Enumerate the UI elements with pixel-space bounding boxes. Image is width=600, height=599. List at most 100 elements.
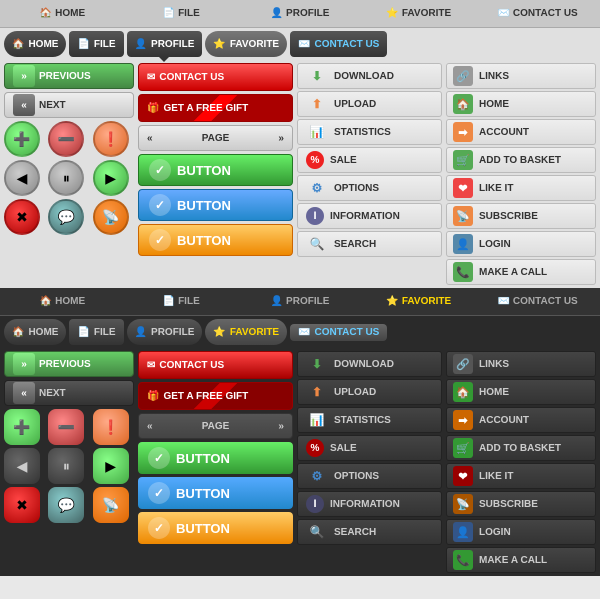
account-btn-dark[interactable]: ➡ ACCOUNT	[446, 407, 596, 433]
links-btn-dark[interactable]: 🔗 LINKS	[446, 351, 596, 377]
contact-btn-light[interactable]: ✉ CONTACT US	[138, 63, 293, 91]
circle-rss-light[interactable]: 📡	[93, 199, 129, 235]
download-btn-light[interactable]: ⬇ DOWNLOAD	[297, 63, 442, 89]
dark-styled-nav-file[interactable]: 📄 FILE	[69, 319, 123, 345]
call-btn-light[interactable]: 📞 MAKE A CALL	[446, 259, 596, 285]
information-btn-dark[interactable]: i INFORMATION	[297, 491, 442, 517]
download-icon-light: ⬇	[306, 65, 328, 87]
gift-btn-light[interactable]: 🎁 GET A FREE GIFT	[138, 94, 293, 122]
upload-icon-light: ⬆	[306, 93, 328, 115]
dark-styled-nav-favorite[interactable]: ⭐ FAVORITE	[205, 319, 287, 345]
call-btn-dark[interactable]: 📞 MAKE A CALL	[446, 547, 596, 573]
nav-file-plain[interactable]: 📄 FILE	[123, 6, 240, 21]
home-icon: 🏠	[40, 8, 52, 19]
heart-icon-light: ❤	[453, 178, 473, 198]
styled-nav-light: 🏠 HOME 📄 FILE 👤 PROFILE ⭐ FAVORITE ✉️ CO…	[0, 28, 600, 60]
home-btn-dark[interactable]: 🏠 HOME	[446, 379, 596, 405]
dark-nav-contact-plain[interactable]: ✉️ CONTACT US	[479, 294, 596, 309]
circle-chat-light[interactable]: 💬	[48, 199, 84, 235]
basket-btn-dark[interactable]: 🛒 ADD TO BASKET	[446, 435, 596, 461]
dark-styled-nav-home[interactable]: 🏠 HOME	[4, 319, 66, 345]
subscribe-btn-light[interactable]: 📡 SUBSCRIBE	[446, 203, 596, 229]
phone-icon-light: 📞	[453, 262, 473, 282]
login-btn-light[interactable]: 👤 LOGIN	[446, 231, 596, 257]
circle-minus-light[interactable]: ➖	[48, 121, 84, 157]
nav-favorite-plain[interactable]: ⭐ FAVORITE	[360, 6, 477, 21]
styled-nav-profile[interactable]: 👤 PROFILE	[127, 31, 203, 57]
big-btn-green-light[interactable]: ✓ BUTTON	[138, 154, 293, 186]
page-nav-btn-light[interactable]: « PAGE »	[138, 125, 293, 151]
dark-nav-profile-plain[interactable]: 👤 PROFILE	[242, 294, 359, 309]
dark-circle-rss[interactable]: 📡	[93, 487, 129, 523]
dark-styled-nav-profile[interactable]: 👤 PROFILE	[127, 319, 203, 345]
statistics-btn-light[interactable]: 📊 STATISTICS	[297, 119, 442, 145]
search-btn-dark[interactable]: 🔍 SEARCH	[297, 519, 442, 545]
prev-btn-dark[interactable]: » PREVIOUS	[4, 351, 134, 377]
dark-nav-file-plain[interactable]: 📄 FILE	[123, 294, 240, 309]
links-btn-light[interactable]: 🔗 LINKS	[446, 63, 596, 89]
dark-circle-plus[interactable]: ➕	[4, 409, 40, 445]
big-btn-orange-dark[interactable]: ✓ BUTTON	[138, 512, 293, 544]
styled-nav-dark: 🏠 HOME 📄 FILE 👤 PROFILE ⭐ FAVORITE ✉️ CO…	[0, 316, 600, 348]
gift-icon: 🎁	[147, 103, 159, 114]
dark-circle-alert[interactable]: ❗	[93, 409, 129, 445]
contact-btn-dark[interactable]: ✉ CONTACT US	[138, 351, 293, 379]
prev-button-light[interactable]: » PREVIOUS	[4, 63, 134, 89]
big-btn-blue-light[interactable]: ✓ BUTTON	[138, 189, 293, 221]
info-icon-dark: i	[306, 495, 324, 513]
gift-btn-dark[interactable]: 🎁 GET A FREE GIFT	[138, 382, 293, 410]
dark-nav-home-plain[interactable]: 🏠 HOME	[4, 294, 121, 309]
like-btn-dark[interactable]: ❤ LIKE IT	[446, 463, 596, 489]
circle-alert-light[interactable]: ❗	[93, 121, 129, 157]
options-btn-dark[interactable]: ⚙ OPTIONS	[297, 463, 442, 489]
circle-plus-light[interactable]: ➕	[4, 121, 40, 157]
big-btn-orange-light[interactable]: ✓ BUTTON	[138, 224, 293, 256]
circle-left-light[interactable]: ◀	[4, 160, 40, 196]
right-col-light: 🔗 LINKS 🏠 HOME ➡ ACCOUNT 🛒 ADD TO BASKET…	[446, 63, 596, 285]
basket-btn-light[interactable]: 🛒 ADD TO BASKET	[446, 147, 596, 173]
links-icon-dark: 🔗	[453, 354, 473, 374]
nav-home-plain[interactable]: 🏠 HOME	[4, 6, 121, 21]
dark-circle-left[interactable]: ◀	[4, 448, 40, 484]
page-nav-btn-dark[interactable]: « PAGE »	[138, 413, 293, 439]
login-btn-dark[interactable]: 👤 LOGIN	[446, 519, 596, 545]
options-icon-light: ⚙	[306, 177, 328, 199]
styled-nav-contact[interactable]: ✉️ CONTACT US	[290, 31, 387, 57]
styled-nav-favorite[interactable]: ⭐ FAVORITE	[205, 31, 287, 57]
download-btn-dark[interactable]: ⬇ DOWNLOAD	[297, 351, 442, 377]
subscribe-btn-dark[interactable]: 📡 SUBSCRIBE	[446, 491, 596, 517]
like-btn-light[interactable]: ❤ LIKE IT	[446, 175, 596, 201]
dark-circle-play[interactable]: ▶	[93, 448, 129, 484]
dark-circle-x[interactable]: ✖	[4, 487, 40, 523]
statistics-btn-dark[interactable]: 📊 STATISTICS	[297, 407, 442, 433]
dark-nav-favorite-plain[interactable]: ⭐ FAVORITE	[360, 294, 477, 309]
sale-btn-dark[interactable]: % SALE	[297, 435, 442, 461]
home-icon-dark: 🏠	[40, 296, 52, 307]
check-icon-blue-dark: ✓	[148, 482, 170, 504]
nav-profile-plain[interactable]: 👤 PROFILE	[242, 6, 359, 21]
dark-styled-nav-contact[interactable]: ✉️ CONTACT US	[290, 324, 387, 341]
dark-circle-pause[interactable]: ⏸	[48, 448, 84, 484]
upload-btn-dark[interactable]: ⬆ UPLOAD	[297, 379, 442, 405]
next-btn-dark[interactable]: « NEXT	[4, 380, 134, 406]
big-btn-blue-dark[interactable]: ✓ BUTTON	[138, 477, 293, 509]
upload-btn-light[interactable]: ⬆ UPLOAD	[297, 91, 442, 117]
account-btn-light[interactable]: ➡ ACCOUNT	[446, 119, 596, 145]
options-btn-light[interactable]: ⚙ OPTIONS	[297, 175, 442, 201]
big-btn-green-dark[interactable]: ✓ BUTTON	[138, 442, 293, 474]
circle-pause-light[interactable]: ⏸	[48, 160, 84, 196]
next-button-light[interactable]: « NEXT	[4, 92, 134, 118]
search-btn-light[interactable]: 🔍 SEARCH	[297, 231, 442, 257]
sale-btn-light[interactable]: % SALE	[297, 147, 442, 173]
styled-nav-file[interactable]: 📄 FILE	[69, 31, 123, 57]
circle-x-light[interactable]: ✖	[4, 199, 40, 235]
home-btn-light[interactable]: 🏠 HOME	[446, 91, 596, 117]
information-btn-light[interactable]: i INFORMATION	[297, 203, 442, 229]
styled-nav-home[interactable]: 🏠 HOME	[4, 31, 66, 57]
home-icon-styled: 🏠	[12, 39, 24, 50]
dark-circle-chat[interactable]: 💬	[48, 487, 84, 523]
circle-play-light[interactable]: ▶	[93, 160, 129, 196]
mail-icon-styled: ✉️	[298, 39, 310, 50]
nav-contact-plain[interactable]: ✉️ CONTACT US	[479, 6, 596, 21]
dark-circle-minus[interactable]: ➖	[48, 409, 84, 445]
